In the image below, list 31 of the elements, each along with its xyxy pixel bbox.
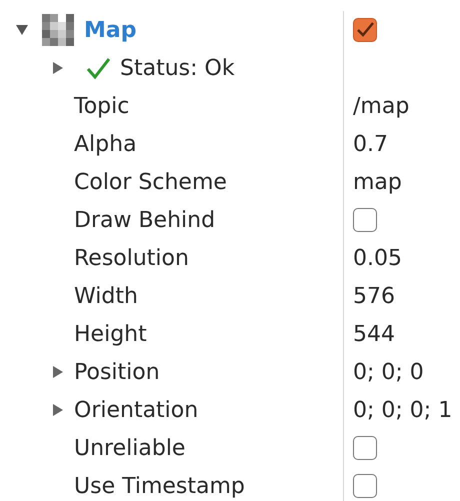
display-name[interactable]: Map [84,18,136,42]
property-checkbox[interactable] [353,208,377,232]
expand-arrow-icon[interactable] [52,404,64,416]
grid-map-icon [42,14,74,46]
property-name: Orientation [74,398,198,422]
status-label: Status: Ok [120,56,235,80]
expand-arrow-icon[interactable] [52,62,64,74]
expand-arrow-icon[interactable] [16,25,28,35]
property-name: Height [74,322,147,346]
property-value[interactable]: 0.7 [353,132,388,156]
property-name: Use Timestamp [74,474,245,498]
property-checkbox[interactable] [353,474,377,498]
property-name: Unreliable [74,436,186,460]
property-value[interactable]: 0; 0; 0; 1 [353,398,452,422]
property-value[interactable]: 544 [353,322,395,346]
property-name: Topic [74,94,130,118]
property-name: Alpha [74,132,137,156]
property-name: Position [74,360,160,384]
checkmark-icon [86,57,110,79]
property-name: Resolution [74,246,189,270]
property-name: Width [74,284,138,308]
property-value[interactable]: 0.05 [353,246,402,270]
property-value[interactable]: 0; 0; 0 [353,360,424,384]
property-checkbox[interactable] [353,436,377,460]
enabled-checkbox[interactable] [353,18,377,42]
property-name: Draw Behind [74,208,216,232]
expand-arrow-icon[interactable] [52,366,64,378]
property-name: Color Scheme [74,170,227,194]
property-value[interactable]: 576 [353,284,395,308]
property-value[interactable]: map [353,170,402,194]
property-value[interactable]: /map [353,94,410,118]
